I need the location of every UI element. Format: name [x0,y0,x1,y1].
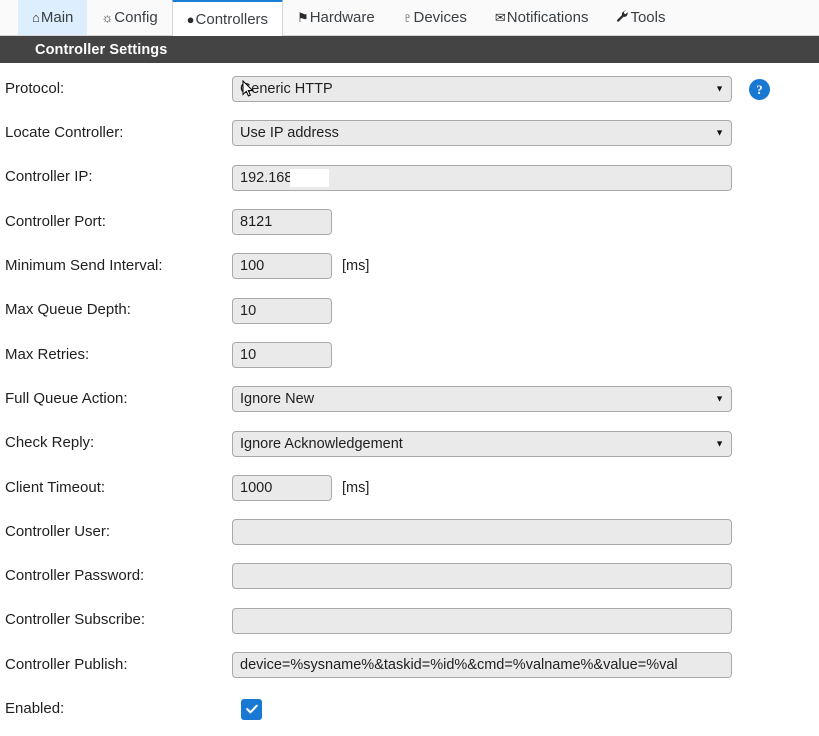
row-enabled: Enabled: [0,687,819,731]
chevron-down-icon: ▼ [715,393,724,404]
protocol-select-value: Generic HTTP [240,81,333,98]
controller-settings-form: Protocol: Generic HTTP ▼ ? Locate Contro… [0,63,819,731]
controller-port-input[interactable] [232,209,332,236]
tab-tools-label: Tools [630,8,666,26]
pushpin-icon: ⚑ [297,9,309,25]
tab-notifications[interactable]: ✉ Notifications [481,0,603,35]
control-enabled [232,698,262,720]
label-locate-controller: Locate Controller: [5,124,124,142]
chevron-down-icon: ▼ [715,438,724,449]
controller-ip-wrapper [232,164,732,191]
control-locate-controller: Use IP address ▼ [232,120,732,147]
help-icon[interactable]: ? [749,78,770,100]
row-full-queue-action: Full Queue Action: Ignore New ▼ [0,377,819,421]
label-check-reply: Check Reply: [5,434,95,452]
help-icon-glyph: ? [756,81,763,97]
control-max-retries [232,341,332,368]
enabled-checkbox[interactable] [241,698,262,720]
row-controller-publish: Controller Publish: [0,643,819,687]
control-controller-user [232,519,732,546]
control-full-queue-action: Ignore New ▼ [232,386,732,413]
row-locate-controller: Locate Controller: Use IP address ▼ [0,111,819,155]
label-max-queue-depth: Max Queue Depth: [5,301,131,319]
plug-icon: ♇ [402,9,413,25]
tab-devices[interactable]: ♇ Devices [389,0,481,35]
tab-tools[interactable]: Tools [602,0,679,35]
client-timeout-input[interactable] [232,474,332,501]
tab-config-label: Config [114,8,158,26]
control-min-send-interval: [ms] [232,253,370,280]
tab-main-label: Main [40,8,74,26]
label-controller-publish: Controller Publish: [5,655,128,673]
control-controller-password [232,563,732,590]
label-client-timeout: Client Timeout: [5,478,106,496]
row-protocol: Protocol: Generic HTTP ▼ ? [0,67,819,111]
tab-main[interactable]: ⌂ Main [18,0,88,35]
row-client-timeout: Client Timeout: [ms] [0,466,819,510]
chevron-down-icon: ▼ [715,127,724,138]
label-full-queue-action: Full Queue Action: [5,389,128,407]
row-controller-user: Controller User: [0,510,819,554]
label-protocol: Protocol: [5,79,65,97]
label-max-retries: Max Retries: [5,345,90,363]
envelope-icon: ✉ [494,9,506,25]
tab-hardware-label: Hardware [309,8,375,26]
speech-bubble-icon: ● [186,11,195,27]
controller-user-input[interactable] [232,519,732,546]
main-tab-bar: ⌂ Main ☼ Config ● Controllers ⚑ Hardware ♇ De… [0,0,819,36]
tab-controllers[interactable]: ● Controllers [171,0,284,36]
wrench-icon [616,9,629,25]
control-check-reply: Ignore Acknowledgement ▼ [232,430,732,457]
controller-subscribe-input[interactable] [232,607,732,634]
tab-hardware[interactable]: ⚑ Hardware [283,0,389,35]
label-controller-user: Controller User: [5,522,111,540]
section-header: Controller Settings [0,36,819,63]
gear-icon: ☼ [101,9,114,25]
max-retries-input[interactable] [232,341,332,368]
label-controller-ip: Controller IP: [5,168,93,186]
control-controller-port [232,209,332,236]
check-reply-select[interactable]: Ignore Acknowledgement ▼ [232,430,732,457]
tab-controllers-label: Controllers [195,10,269,28]
row-controller-ip: Controller IP: [0,156,819,200]
tab-devices-label: Devices [413,8,467,26]
row-min-send-interval: Minimum Send Interval: [ms] [0,244,819,288]
row-check-reply: Check Reply: Ignore Acknowledgement ▼ [0,421,819,465]
tab-notifications-label: Notifications [506,8,589,26]
control-controller-publish [232,652,732,678]
controller-publish-input[interactable] [232,652,732,678]
locate-controller-select-value: Use IP address [240,125,339,142]
controller-ip-input[interactable] [232,164,732,191]
check-reply-select-value: Ignore Acknowledgement [240,435,403,452]
client-timeout-unit: [ms] [342,479,370,496]
protocol-select[interactable]: Generic HTTP ▼ [232,76,732,103]
chevron-down-icon: ▼ [715,83,724,94]
tab-config[interactable]: ☼ Config [87,0,171,35]
section-title: Controller Settings [35,41,168,58]
label-min-send-interval: Minimum Send Interval: [5,257,163,275]
home-icon: ⌂ [32,9,40,25]
row-controller-port: Controller Port: [0,200,819,244]
row-controller-password: Controller Password: [0,554,819,598]
label-controller-password: Controller Password: [5,567,145,585]
check-icon [245,705,258,714]
full-queue-action-select-value: Ignore New [240,391,315,408]
controller-password-input[interactable] [232,563,732,590]
control-protocol: Generic HTTP ▼ ? [232,76,770,103]
locate-controller-select[interactable]: Use IP address ▼ [232,120,732,147]
row-max-retries: Max Retries: [0,333,819,377]
max-queue-depth-input[interactable] [232,297,332,324]
control-controller-subscribe [232,607,732,634]
control-controller-ip [232,164,732,191]
label-controller-subscribe: Controller Subscribe: [5,611,146,629]
row-controller-subscribe: Controller Subscribe: [0,599,819,643]
row-max-queue-depth: Max Queue Depth: [0,288,819,332]
control-client-timeout: [ms] [232,474,370,501]
label-controller-port: Controller Port: [5,212,106,230]
min-send-interval-unit: [ms] [342,258,370,275]
label-enabled: Enabled: [5,700,65,718]
min-send-interval-input[interactable] [232,253,332,280]
full-queue-action-select[interactable]: Ignore New ▼ [232,386,732,413]
control-max-queue-depth [232,297,332,324]
